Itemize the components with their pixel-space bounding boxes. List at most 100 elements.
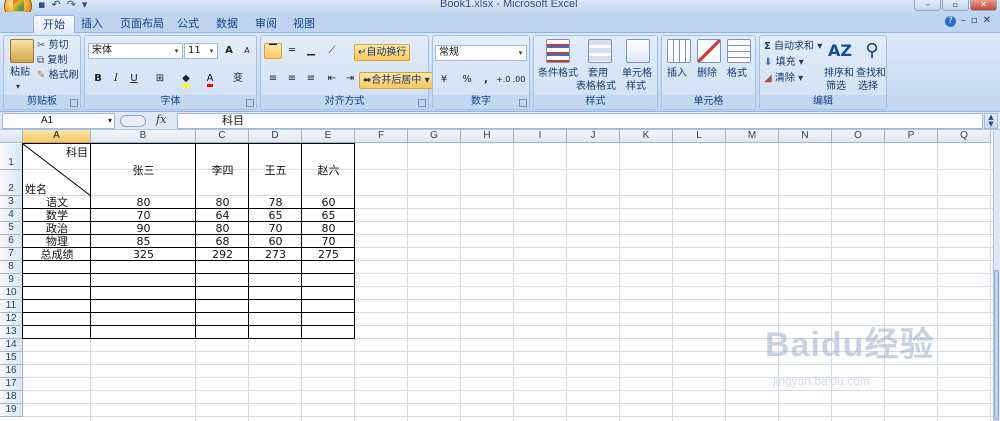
font-size-select[interactable]: 11 ▾: [184, 43, 218, 59]
align-bottom-button[interactable]: ▁: [302, 43, 320, 59]
delete-button[interactable]: 删除: [697, 67, 717, 80]
number-format-select[interactable]: 常规 ▾: [435, 45, 527, 61]
formula-expand-handle[interactable]: [120, 115, 146, 127]
score-cell[interactable]: 80: [196, 222, 249, 235]
name-cell-e[interactable]: 赵六: [302, 164, 355, 177]
alignment-launcher-icon[interactable]: [418, 99, 426, 107]
row-header-5[interactable]: 5: [0, 222, 23, 235]
row-header-16[interactable]: 16: [0, 365, 23, 378]
score-cell[interactable]: 65: [302, 209, 355, 222]
cell-styles-button[interactable]: 单元格: [622, 67, 652, 80]
minimize-button[interactable]: –: [914, 0, 941, 11]
score-cell[interactable]: 325: [91, 248, 196, 261]
column-header-e[interactable]: E: [302, 130, 355, 143]
row-header-10[interactable]: 10: [0, 287, 23, 300]
redo-icon[interactable]: ↷: [67, 0, 82, 11]
font-launcher-icon[interactable]: [246, 99, 254, 107]
cut-button[interactable]: ✂ 剪切: [37, 39, 69, 52]
column-header-m[interactable]: M: [726, 130, 779, 143]
name-box[interactable]: A1 ▾: [2, 113, 115, 129]
insert-function-icon[interactable]: fx: [156, 113, 166, 126]
column-header-k[interactable]: K: [620, 130, 673, 143]
row-header-3[interactable]: 3: [0, 196, 23, 209]
workbook-window-controls[interactable]: –▫✕: [961, 15, 996, 26]
row-header-8[interactable]: 8: [0, 261, 23, 274]
score-cell[interactable]: 70: [91, 209, 196, 222]
save-icon[interactable]: ▪: [38, 0, 51, 11]
increase-decimal-button[interactable]: +.0: [495, 72, 511, 88]
subject-cell[interactable]: 语文: [23, 196, 91, 209]
column-header-b[interactable]: B: [91, 130, 196, 143]
paste-dropdown-icon[interactable]: ▾: [16, 80, 20, 93]
vertical-scrollbar[interactable]: [993, 130, 1000, 421]
column-header-q[interactable]: Q: [938, 130, 991, 143]
column-header-d[interactable]: D: [249, 130, 302, 143]
column-header-n[interactable]: N: [779, 130, 832, 143]
align-center-button[interactable]: ≡: [283, 71, 301, 87]
column-header-c[interactable]: C: [196, 130, 249, 143]
number-launcher-icon[interactable]: [519, 99, 527, 107]
align-middle-button[interactable]: ═: [283, 43, 301, 59]
table-format-button[interactable]: 表格格式: [576, 80, 616, 93]
score-cell[interactable]: 70: [249, 222, 302, 235]
name-cell-b[interactable]: 张三: [91, 164, 196, 177]
row-header-15[interactable]: 15: [0, 352, 23, 365]
tab-formulas[interactable]: 公式: [168, 15, 208, 33]
close-button[interactable]: ✕: [970, 0, 997, 11]
column-header-g[interactable]: G: [408, 130, 461, 143]
percent-button[interactable]: %: [458, 72, 476, 88]
header-cell-subject[interactable]: 科目: [66, 146, 88, 159]
restore-button[interactable]: ▫: [942, 0, 969, 11]
row-header-12[interactable]: 12: [0, 313, 23, 326]
score-cell[interactable]: 80: [91, 196, 196, 209]
formula-input[interactable]: 科目: [177, 113, 983, 129]
score-cell[interactable]: 68: [196, 235, 249, 248]
subject-cell[interactable]: 数学: [23, 209, 91, 222]
align-right-button[interactable]: ≡: [302, 71, 320, 87]
column-header-o[interactable]: O: [832, 130, 885, 143]
score-cell[interactable]: 70: [302, 235, 355, 248]
fill-color-button[interactable]: ◆: [177, 71, 195, 87]
tab-data[interactable]: 数据: [207, 15, 247, 33]
decrease-decimal-button[interactable]: .00: [511, 72, 527, 88]
comma-button[interactable]: ,: [477, 72, 495, 88]
grow-font-button[interactable]: A: [220, 43, 238, 59]
table-format-label-1[interactable]: 套用: [588, 67, 608, 80]
worksheet-grid[interactable]: ABCDEFGHIJKLMNOPQ 1 2 3 4 5 6 7 8 9 10 11 12 13 14 15 1…: [0, 130, 1000, 421]
row-header-14[interactable]: 14: [0, 339, 23, 352]
score-cell[interactable]: 60: [302, 196, 355, 209]
increase-indent-button[interactable]: ⇥: [341, 71, 359, 87]
score-cell[interactable]: 80: [196, 196, 249, 209]
expand-formula-bar-icon[interactable]: ▲ ▼: [984, 113, 998, 129]
score-cell[interactable]: 78: [249, 196, 302, 209]
help-icon[interactable]: ?: [945, 16, 956, 27]
score-cell[interactable]: 60: [249, 235, 302, 248]
find-select-label-2[interactable]: 选择: [858, 80, 878, 93]
select-all-corner[interactable]: [0, 130, 23, 143]
format-button[interactable]: 格式: [727, 67, 747, 80]
tab-insert[interactable]: 插入: [72, 15, 112, 33]
shrink-font-button[interactable]: A: [238, 43, 256, 59]
orientation-button[interactable]: ⟋: [323, 43, 341, 59]
scrollbar-thumb[interactable]: [994, 270, 999, 420]
column-header-j[interactable]: J: [567, 130, 620, 143]
score-cell[interactable]: 90: [91, 222, 196, 235]
tab-home[interactable]: 开始: [33, 15, 75, 33]
font-color-button[interactable]: A: [201, 71, 219, 87]
row-header-19[interactable]: 19: [0, 404, 23, 417]
paste-button[interactable]: 粘贴: [10, 66, 30, 79]
cell-styles-label-2[interactable]: 样式: [626, 80, 646, 93]
row-header-9[interactable]: 9: [0, 274, 23, 287]
fill-button[interactable]: ⬇ 填充 ▾: [764, 56, 804, 69]
sort-filter-button[interactable]: 排序和: [824, 67, 854, 80]
borders-button[interactable]: ⊞: [151, 71, 169, 87]
row-header-13[interactable]: 13: [0, 326, 23, 339]
autosum-button[interactable]: Σ 自动求和 ▾: [764, 40, 822, 53]
italic-button[interactable]: I: [107, 71, 125, 87]
paste-icon[interactable]: [10, 39, 34, 63]
name-cell-c[interactable]: 李四: [196, 164, 249, 177]
clipboard-launcher-icon[interactable]: [70, 99, 78, 107]
subject-cell[interactable]: 政治: [23, 222, 91, 235]
tab-page-layout[interactable]: 页面布局: [111, 15, 173, 33]
undo-icon[interactable]: ↶: [51, 0, 66, 11]
